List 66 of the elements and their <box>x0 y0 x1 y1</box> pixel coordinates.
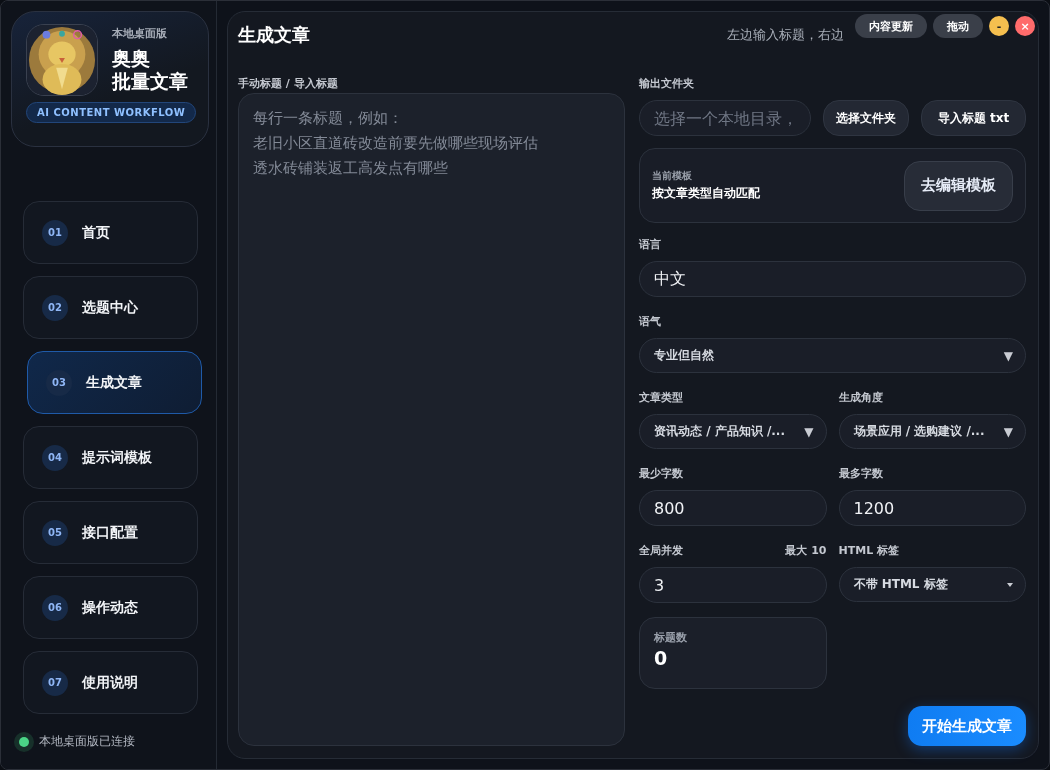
field-label: 最多字数 <box>838 466 883 482</box>
field-label: HTML 标签 <box>838 543 899 559</box>
page-subtitle: 左边输入标题，右边 <box>727 26 844 44</box>
template-value: 按文章类型自动匹配 <box>652 185 760 202</box>
nav-number: 05 <box>42 519 68 546</box>
placeholder-line: 老旧小区直道砖改造前要先做哪些现场评估 <box>253 133 538 154</box>
folder-field[interactable]: 选择一个本地目录， <box>639 100 811 136</box>
top-button[interactable]: 内容更新 <box>855 14 927 38</box>
nav-label: 提示词模板 <box>82 448 152 467</box>
field-label: 语气 <box>639 314 661 330</box>
field-label: 文章类型 <box>639 390 683 406</box>
field-label: 全局并发 <box>639 543 683 559</box>
tagline-badge: AI CONTENT WORKFLOW <box>26 102 197 123</box>
nav-number: 03 <box>46 369 72 396</box>
field-label: 手动标题 / 导入标题 <box>238 76 339 92</box>
nav-label: 操作动态 <box>82 598 138 617</box>
nav-item[interactable]: 07 使用说明 <box>23 651 198 714</box>
select-field[interactable]: 不带 HTML 标签 <box>838 567 1026 602</box>
field-hint: 最大 10 <box>785 543 827 559</box>
nav-number: 01 <box>42 219 68 246</box>
select-field[interactable]: 场景应用 / 选购建议 /... ▼ <box>838 414 1026 449</box>
nav-label: 生成文章 <box>86 373 142 392</box>
nav-label: 接口配置 <box>82 523 138 542</box>
nav-label: 首页 <box>82 223 110 242</box>
caret-icon <box>1007 582 1013 587</box>
text-field[interactable]: 1200 <box>838 490 1026 526</box>
field-label: 最少字数 <box>639 466 683 482</box>
dropdown-arrow: ▼ <box>804 424 814 439</box>
nav-label: 使用说明 <box>82 673 138 692</box>
text-field[interactable]: 3 <box>639 567 827 603</box>
nav-item[interactable]: 04 提示词模板 <box>23 426 198 489</box>
select-field[interactable]: 专业但自然 ▼ <box>639 338 1026 373</box>
nav-item[interactable]: 03 生成文章 <box>27 351 202 414</box>
app-name: 批量文章 <box>112 70 188 93</box>
folder-button[interactable]: 导入标题 txt <box>921 100 1026 136</box>
status-text: 本地桌面版已连接 <box>39 733 135 750</box>
select-field[interactable]: 资讯动态 / 产品知识 /... ▼ <box>639 414 827 449</box>
count-value: 0 <box>654 647 669 669</box>
dropdown-arrow: ▼ <box>1003 424 1013 439</box>
top-button[interactable]: 拖动 <box>933 14 983 38</box>
field-label: 语言 <box>639 237 661 253</box>
nav-number: 02 <box>42 294 68 321</box>
nav-item[interactable]: 02 选题中心 <box>23 276 198 339</box>
start-button[interactable]: 开始生成文章 <box>908 706 1026 746</box>
edit-template-button[interactable]: 去编辑模板 <box>904 160 1013 211</box>
placeholder-line: 每行一条标题，例如： <box>253 108 403 129</box>
nav-number: 07 <box>42 669 68 696</box>
text-field[interactable]: 800 <box>639 490 827 526</box>
nav-number: 06 <box>42 594 68 621</box>
nav-label: 选题中心 <box>82 298 138 317</box>
nav-item[interactable]: 01 首页 <box>23 201 198 264</box>
field-label: 输出文件夹 <box>639 76 695 92</box>
template-label: 当前模板 <box>652 169 693 183</box>
count-label: 标题数 <box>654 630 688 645</box>
app-name: 奥奥 <box>112 47 151 70</box>
page-title: 生成文章 <box>238 23 310 47</box>
field-label: 生成角度 <box>838 390 883 406</box>
titles-textarea[interactable]: 每行一条标题，例如： 老旧小区直道砖改造前要先做哪些现场评估 透水砖铺装返工高发点有哪些 <box>238 93 625 746</box>
text-field[interactable]: 中文 <box>639 261 1026 297</box>
placeholder-line: 透水砖铺装返工高发点有哪些 <box>253 158 448 179</box>
folder-button[interactable]: 选择文件夹 <box>823 100 909 136</box>
nav-number: 04 <box>42 444 68 471</box>
nav-item[interactable]: 06 操作动态 <box>23 576 198 639</box>
dropdown-arrow: ▼ <box>1003 348 1013 363</box>
edition-label: 本地桌面版 <box>112 26 168 41</box>
nav-item[interactable]: 05 接口配置 <box>23 501 198 564</box>
